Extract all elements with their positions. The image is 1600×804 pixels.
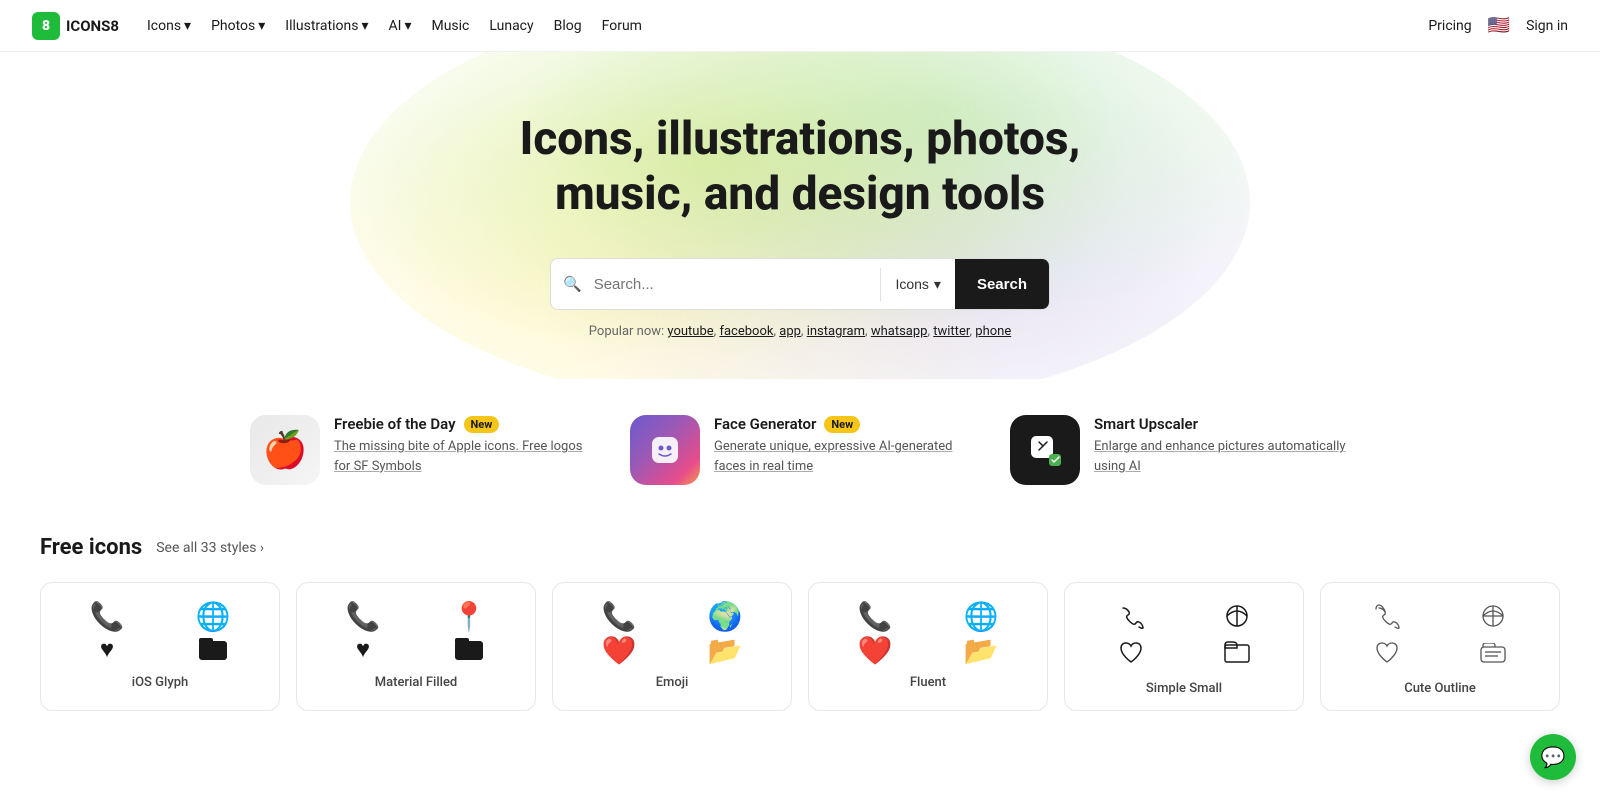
icon-preview: 🌐 [196, 603, 231, 631]
face-gen-icon [630, 415, 700, 485]
see-all-styles-link[interactable]: See all 33 styles › [156, 540, 264, 556]
popular-now: Popular now: youtube, facebook, app, ins… [20, 324, 1580, 339]
icon-preview: ♥ [100, 637, 114, 665]
search-type-dropdown[interactable]: Icons ▾ [880, 268, 955, 301]
style-name: Cute Outline [1404, 681, 1476, 696]
icon-preview [1118, 603, 1144, 634]
icon-preview [1480, 603, 1506, 634]
icon-preview [1224, 603, 1250, 634]
icon-style-emoji[interactable]: 📞 🌍 ❤️ 📂 Emoji [552, 582, 792, 711]
feature-card-upscaler[interactable]: Smart Upscaler Enlarge and enhance pictu… [1010, 415, 1350, 485]
section-title: Free icons [40, 535, 142, 560]
icon-style-cute-outline[interactable]: Cute Outline [1320, 582, 1560, 711]
nav-illustrations[interactable]: Illustrations ▾ [285, 18, 368, 34]
icon-preview: 🌍 [708, 603, 743, 631]
chat-button[interactable]: 💬 [1530, 734, 1576, 780]
upscaler-icon [1010, 415, 1080, 485]
feature-card-freebie[interactable]: 🍎 Freebie of the Day New The missing bit… [250, 415, 590, 485]
nav-right: Pricing 🇺🇸 Sign in [1428, 15, 1568, 36]
icon-preview [1480, 640, 1506, 671]
freebie-desc: The missing bite of Apple icons. Free lo… [334, 437, 590, 476]
icon-style-ios-glyph[interactable]: 📞 🌐 ♥ iOS Glyph [40, 582, 280, 711]
popular-twitter[interactable]: twitter [933, 324, 969, 339]
icon-preview [455, 637, 483, 665]
icon-preview: ❤️ [602, 637, 637, 665]
language-flag[interactable]: 🇺🇸 [1488, 15, 1510, 36]
upscaler-title: Smart Upscaler [1094, 415, 1350, 433]
search-icon: 🔍 [551, 275, 594, 293]
sign-in-link[interactable]: Sign in [1526, 18, 1568, 34]
feature-card-face-gen[interactable]: Face Generator New Generate unique, expr… [630, 415, 970, 485]
nav-items: Icons ▾ Photos ▾ Illustrations ▾ AI ▾ Mu… [147, 18, 642, 34]
free-icons-section: Free icons See all 33 styles › 📞 🌐 ♥ iOS… [0, 505, 1600, 731]
style-name: Material Filled [375, 675, 458, 690]
navigation: 8 ICONS8 Icons ▾ Photos ▾ Illustrations … [0, 0, 1600, 52]
icon-preview: ♥ [356, 637, 370, 665]
nav-icons[interactable]: Icons ▾ [147, 18, 191, 34]
icon-preview: 📞 [90, 603, 125, 631]
nav-lunacy[interactable]: Lunacy [489, 18, 533, 34]
nav-music[interactable]: Music [431, 18, 469, 34]
style-name: iOS Glyph [132, 675, 188, 690]
icon-preview: 📂 [964, 637, 999, 665]
style-name: Emoji [656, 675, 689, 690]
nav-forum[interactable]: Forum [602, 18, 642, 34]
search-bar: 🔍 Icons ▾ Search [550, 258, 1050, 310]
freebie-title: Freebie of the Day New [334, 415, 590, 433]
chat-icon: 💬 [1541, 745, 1566, 769]
popular-instagram[interactable]: instagram [807, 324, 865, 339]
hero-section: Icons, illustrations, photos, music, and… [0, 52, 1600, 379]
upscaler-desc: Enlarge and enhance pictures automatical… [1094, 437, 1350, 476]
popular-facebook[interactable]: facebook [719, 324, 773, 339]
nav-photos[interactable]: Photos ▾ [211, 18, 265, 34]
freebie-badge: New [464, 416, 500, 433]
face-gen-desc: Generate unique, expressive AI-generated… [714, 437, 970, 476]
brand-name: ICONS8 [66, 17, 119, 35]
search-button[interactable]: Search [955, 259, 1049, 309]
icon-style-fluent[interactable]: 📞 🌐 ❤️ 📂 Fluent [808, 582, 1048, 711]
search-input[interactable] [594, 262, 881, 307]
freebie-icon: 🍎 [250, 415, 320, 485]
icon-preview: 📞 [858, 603, 893, 631]
logo[interactable]: 8 ICONS8 [32, 12, 119, 40]
popular-app[interactable]: app [779, 324, 801, 339]
logo-icon: 8 [32, 12, 60, 40]
nav-blog[interactable]: Blog [554, 18, 582, 34]
icon-preview [1118, 640, 1144, 671]
popular-phone[interactable]: phone [975, 324, 1011, 339]
pricing-link[interactable]: Pricing [1428, 18, 1471, 34]
icon-preview [1374, 603, 1400, 634]
icon-style-grid: 📞 🌐 ♥ iOS Glyph 📞 📍 ♥ Material Filled [40, 582, 1560, 711]
icon-preview [199, 637, 227, 665]
section-header: Free icons See all 33 styles › [40, 535, 1560, 560]
style-name: Fluent [910, 675, 946, 690]
popular-whatsapp[interactable]: whatsapp [871, 324, 928, 339]
face-gen-badge: New [824, 416, 860, 433]
icon-preview: 📍 [452, 603, 487, 631]
nav-left: 8 ICONS8 Icons ▾ Photos ▾ Illustrations … [32, 12, 642, 40]
icon-preview: 📂 [708, 637, 743, 665]
icon-preview: ❤️ [858, 637, 893, 665]
popular-youtube[interactable]: youtube [667, 324, 713, 339]
icon-preview: 🌐 [964, 603, 999, 631]
icon-preview: 📞 [602, 603, 637, 631]
icon-preview [1224, 640, 1250, 671]
hero-title: Icons, illustrations, photos, music, and… [20, 112, 1580, 222]
icon-preview: 📞 [346, 603, 381, 631]
icon-style-simple-small[interactable]: Simple Small [1064, 582, 1304, 711]
nav-ai[interactable]: AI ▾ [388, 18, 411, 34]
face-gen-title: Face Generator New [714, 415, 970, 433]
icon-preview [1374, 640, 1400, 671]
feature-cards: 🍎 Freebie of the Day New The missing bit… [0, 379, 1600, 505]
style-name: Simple Small [1146, 681, 1222, 696]
icon-style-material-filled[interactable]: 📞 📍 ♥ Material Filled [296, 582, 536, 711]
